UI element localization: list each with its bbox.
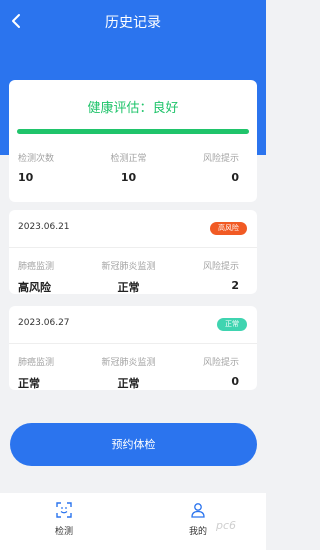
record-stats: 肺癌监测 高风险 新冠肺炎监测 正常 风险提示 2 xyxy=(9,259,257,295)
record-stats: 肺癌监测 正常 新冠肺炎监测 正常 风险提示 0 xyxy=(9,355,257,391)
divider xyxy=(9,343,257,344)
stat-covid: 新冠肺炎监测 正常 xyxy=(92,355,166,391)
book-checkup-button[interactable]: 预约体检 xyxy=(10,423,257,466)
health-progress-bar xyxy=(17,129,249,134)
stat-label: 新冠肺炎监测 xyxy=(101,262,156,272)
health-assessment-title: 健康评估：良好 xyxy=(87,101,179,116)
stat-value: 高风险 xyxy=(18,281,51,294)
stat-value: 0 xyxy=(231,375,240,388)
status-badge: 正常 xyxy=(217,318,247,331)
stat-risk-alerts: 风险提示 0 xyxy=(165,151,257,184)
stat-value: 正常 xyxy=(117,281,140,294)
divider xyxy=(9,247,257,248)
tab-label: 检测 xyxy=(54,527,73,537)
stat-label: 风险提示 xyxy=(203,262,240,272)
stat-label: 肺癌监测 xyxy=(18,358,55,368)
status-badge: 高风险 xyxy=(210,222,247,235)
summary-stats: 检测次数 10 检测正常 10 风险提示 0 xyxy=(9,151,257,184)
tab-detect[interactable]: 检测 xyxy=(34,502,94,537)
stat-value: 0 xyxy=(231,171,240,184)
history-record-card[interactable]: 2023.06.27 正常 肺癌监测 正常 新冠肺炎监测 正常 风险提示 0 xyxy=(9,306,257,390)
stat-label: 检测次数 xyxy=(18,154,55,164)
stat-label: 风险提示 xyxy=(203,358,240,368)
stat-risk: 风险提示 0 xyxy=(165,355,257,391)
stat-value: 正常 xyxy=(117,377,140,390)
stat-value: 10 xyxy=(18,171,34,184)
stat-label: 检测正常 xyxy=(110,154,147,164)
stat-risk: 风险提示 2 xyxy=(165,259,257,295)
record-date: 2023.06.21 xyxy=(18,222,70,232)
scan-icon xyxy=(56,502,72,518)
user-icon xyxy=(191,503,205,518)
stat-value: 2 xyxy=(231,279,240,292)
stat-total-checks: 检测次数 10 xyxy=(9,151,92,184)
record-date: 2023.06.27 xyxy=(18,318,70,328)
stat-covid: 新冠肺炎监测 正常 xyxy=(92,259,166,295)
stat-lung-cancer: 肺癌监测 正常 xyxy=(9,355,92,391)
stat-label: 风险提示 xyxy=(203,154,240,164)
stat-label: 肺癌监测 xyxy=(18,262,55,272)
health-progress-fill xyxy=(17,129,249,134)
stat-normal-checks: 检测正常 10 xyxy=(92,151,166,184)
page-title: 历史记录 xyxy=(105,15,161,31)
history-record-card[interactable]: 2023.06.21 高风险 肺癌监测 高风险 新冠肺炎监测 正常 风险提示 2 xyxy=(9,210,257,294)
stat-value: 10 xyxy=(120,171,137,184)
health-summary-card: 健康评估：良好 检测次数 10 检测正常 10 风险提示 0 xyxy=(9,80,257,202)
stat-lung-cancer: 肺癌监测 高风险 xyxy=(9,259,92,295)
stat-label: 新冠肺炎监测 xyxy=(101,358,156,368)
watermark-logo: pc6 xyxy=(216,519,237,532)
stat-value: 正常 xyxy=(18,377,40,390)
